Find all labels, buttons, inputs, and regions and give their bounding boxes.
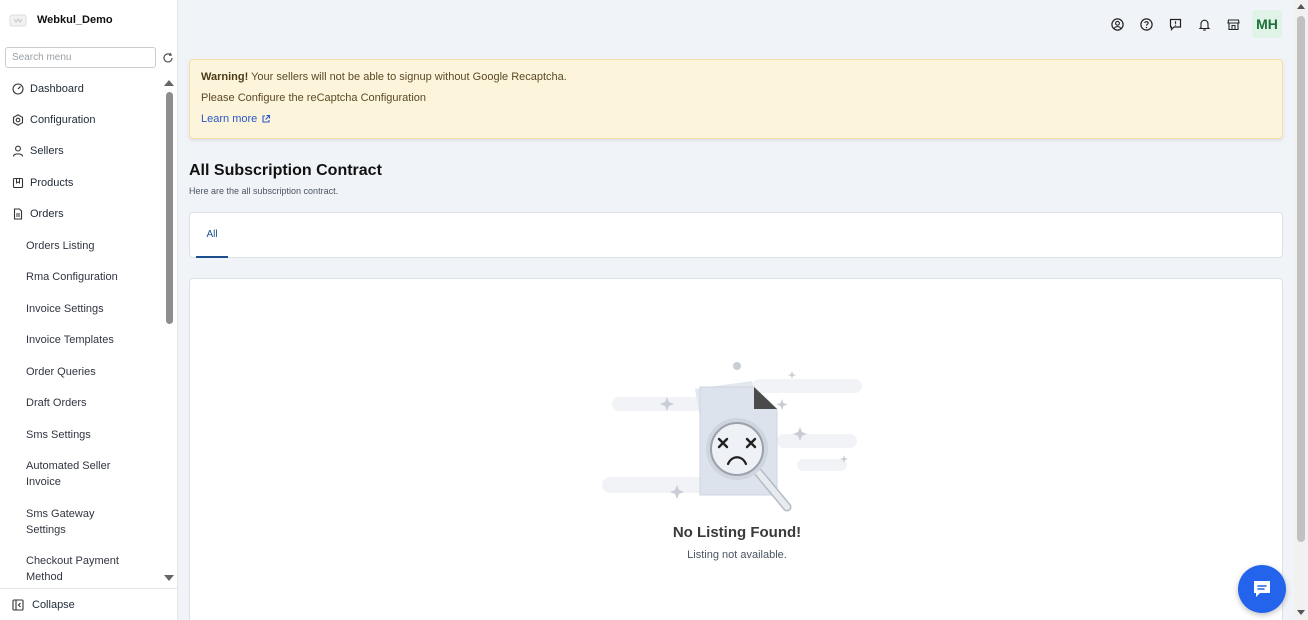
- page-scroll-up-icon[interactable]: [1297, 4, 1305, 9]
- sidebar-scrollbar[interactable]: [162, 74, 176, 586]
- user-icon: [12, 145, 24, 157]
- sidebar-item-orders[interactable]: Orders: [0, 206, 162, 222]
- empty-state-title: No Listing Found!: [672, 524, 802, 541]
- store-logo-icon: [8, 10, 28, 30]
- external-link-icon: [262, 114, 271, 123]
- sidebar-scroll-thumb[interactable]: [166, 92, 173, 324]
- collapse-label: Collapse: [32, 598, 75, 611]
- dashboard-icon: [12, 83, 24, 95]
- sidebar-item-products[interactable]: Products: [0, 175, 162, 191]
- tabs-bar: All: [189, 212, 1283, 258]
- sidebar-nav: Dashboard Configuration Sellers Products…: [0, 74, 162, 586]
- chat-icon: [1254, 581, 1270, 597]
- chat-support-button[interactable]: [1238, 565, 1286, 613]
- page-scrollbar[interactable]: [1294, 0, 1308, 620]
- orders-icon: [12, 208, 24, 220]
- sidebar-item-label: Orders: [30, 208, 64, 220]
- sidebar-subitem-orders-listing[interactable]: Orders Listing: [26, 238, 156, 254]
- sidebar-subitem-checkout-payment-method[interactable]: Checkout Payment Method: [26, 553, 130, 585]
- tab-all[interactable]: All: [196, 213, 228, 258]
- store-icon[interactable]: [1227, 18, 1240, 31]
- empty-state-illustration: [602, 359, 872, 514]
- subscription-list-card: No Listing Found! Listing not available.: [189, 278, 1283, 620]
- warning-message: Your sellers will not be able to signup …: [251, 71, 567, 83]
- sidebar-subitem-sms-gateway-settings[interactable]: Sms Gateway Settings: [26, 506, 106, 538]
- scroll-up-arrow-icon[interactable]: [164, 80, 174, 86]
- sidebar-item-label: Configuration: [30, 114, 96, 126]
- sidebar-item-label: Products: [30, 177, 74, 189]
- refresh-icon[interactable]: [162, 52, 174, 64]
- learn-more-label: Learn more: [201, 113, 258, 125]
- page-scroll-down-icon[interactable]: [1297, 610, 1305, 615]
- page-title: All Subscription Contract: [189, 162, 382, 179]
- sidebar-subitem-sms-settings[interactable]: Sms Settings: [26, 427, 156, 443]
- warning-line-2: Please Configure the reCaptcha Configura…: [201, 92, 427, 104]
- collapse-sidebar-icon: [12, 598, 24, 611]
- scroll-down-arrow-icon[interactable]: [164, 575, 174, 581]
- help-icon[interactable]: [1140, 17, 1153, 31]
- topbar-actions: MH: [1095, 10, 1282, 38]
- sidebar: Webkul_Demo Dashboard Configuration Sell…: [0, 0, 178, 620]
- sidebar-subitem-invoice-settings[interactable]: Invoice Settings: [26, 301, 156, 317]
- learn-more-link[interactable]: Learn more: [201, 113, 271, 125]
- sidebar-subitem-automated-seller-invoice[interactable]: Automated Seller Invoice: [26, 458, 122, 490]
- sidebar-subitem-rma-configuration[interactable]: Rma Configuration: [26, 269, 156, 285]
- search-menu-input[interactable]: [5, 47, 156, 68]
- feedback-icon[interactable]: [1169, 18, 1182, 31]
- avatar[interactable]: MH: [1252, 10, 1282, 38]
- sidebar-item-label: Sellers: [30, 145, 64, 157]
- gear-icon: [12, 114, 24, 126]
- page-subtitle: Here are the all subscription contract.: [189, 186, 339, 196]
- sidebar-item-dashboard[interactable]: Dashboard: [0, 81, 162, 97]
- account-icon[interactable]: [1111, 17, 1124, 31]
- sidebar-subitem-draft-orders[interactable]: Draft Orders: [26, 395, 156, 411]
- warning-strong: Warning!: [201, 71, 249, 83]
- menu-search: [5, 47, 175, 68]
- sidebar-subitem-order-queries[interactable]: Order Queries: [26, 364, 156, 380]
- sidebar-subitem-invoice-templates[interactable]: Invoice Templates: [26, 332, 156, 348]
- brand[interactable]: Webkul_Demo: [0, 0, 178, 40]
- warning-line-1: Warning! Your sellers will not be able t…: [201, 71, 567, 83]
- recaptcha-warning-banner: Warning! Your sellers will not be able t…: [189, 59, 1283, 139]
- sidebar-item-sellers[interactable]: Sellers: [0, 143, 162, 159]
- page-scroll-thumb[interactable]: [1297, 16, 1305, 542]
- sidebar-item-configuration[interactable]: Configuration: [0, 112, 162, 128]
- collapse-button[interactable]: Collapse: [0, 588, 178, 620]
- sidebar-item-label: Dashboard: [30, 83, 84, 95]
- empty-state-subtitle: Listing not available.: [687, 549, 787, 561]
- bell-icon[interactable]: [1198, 18, 1211, 31]
- product-icon: [12, 177, 24, 189]
- brand-name: Webkul_Demo: [37, 14, 113, 26]
